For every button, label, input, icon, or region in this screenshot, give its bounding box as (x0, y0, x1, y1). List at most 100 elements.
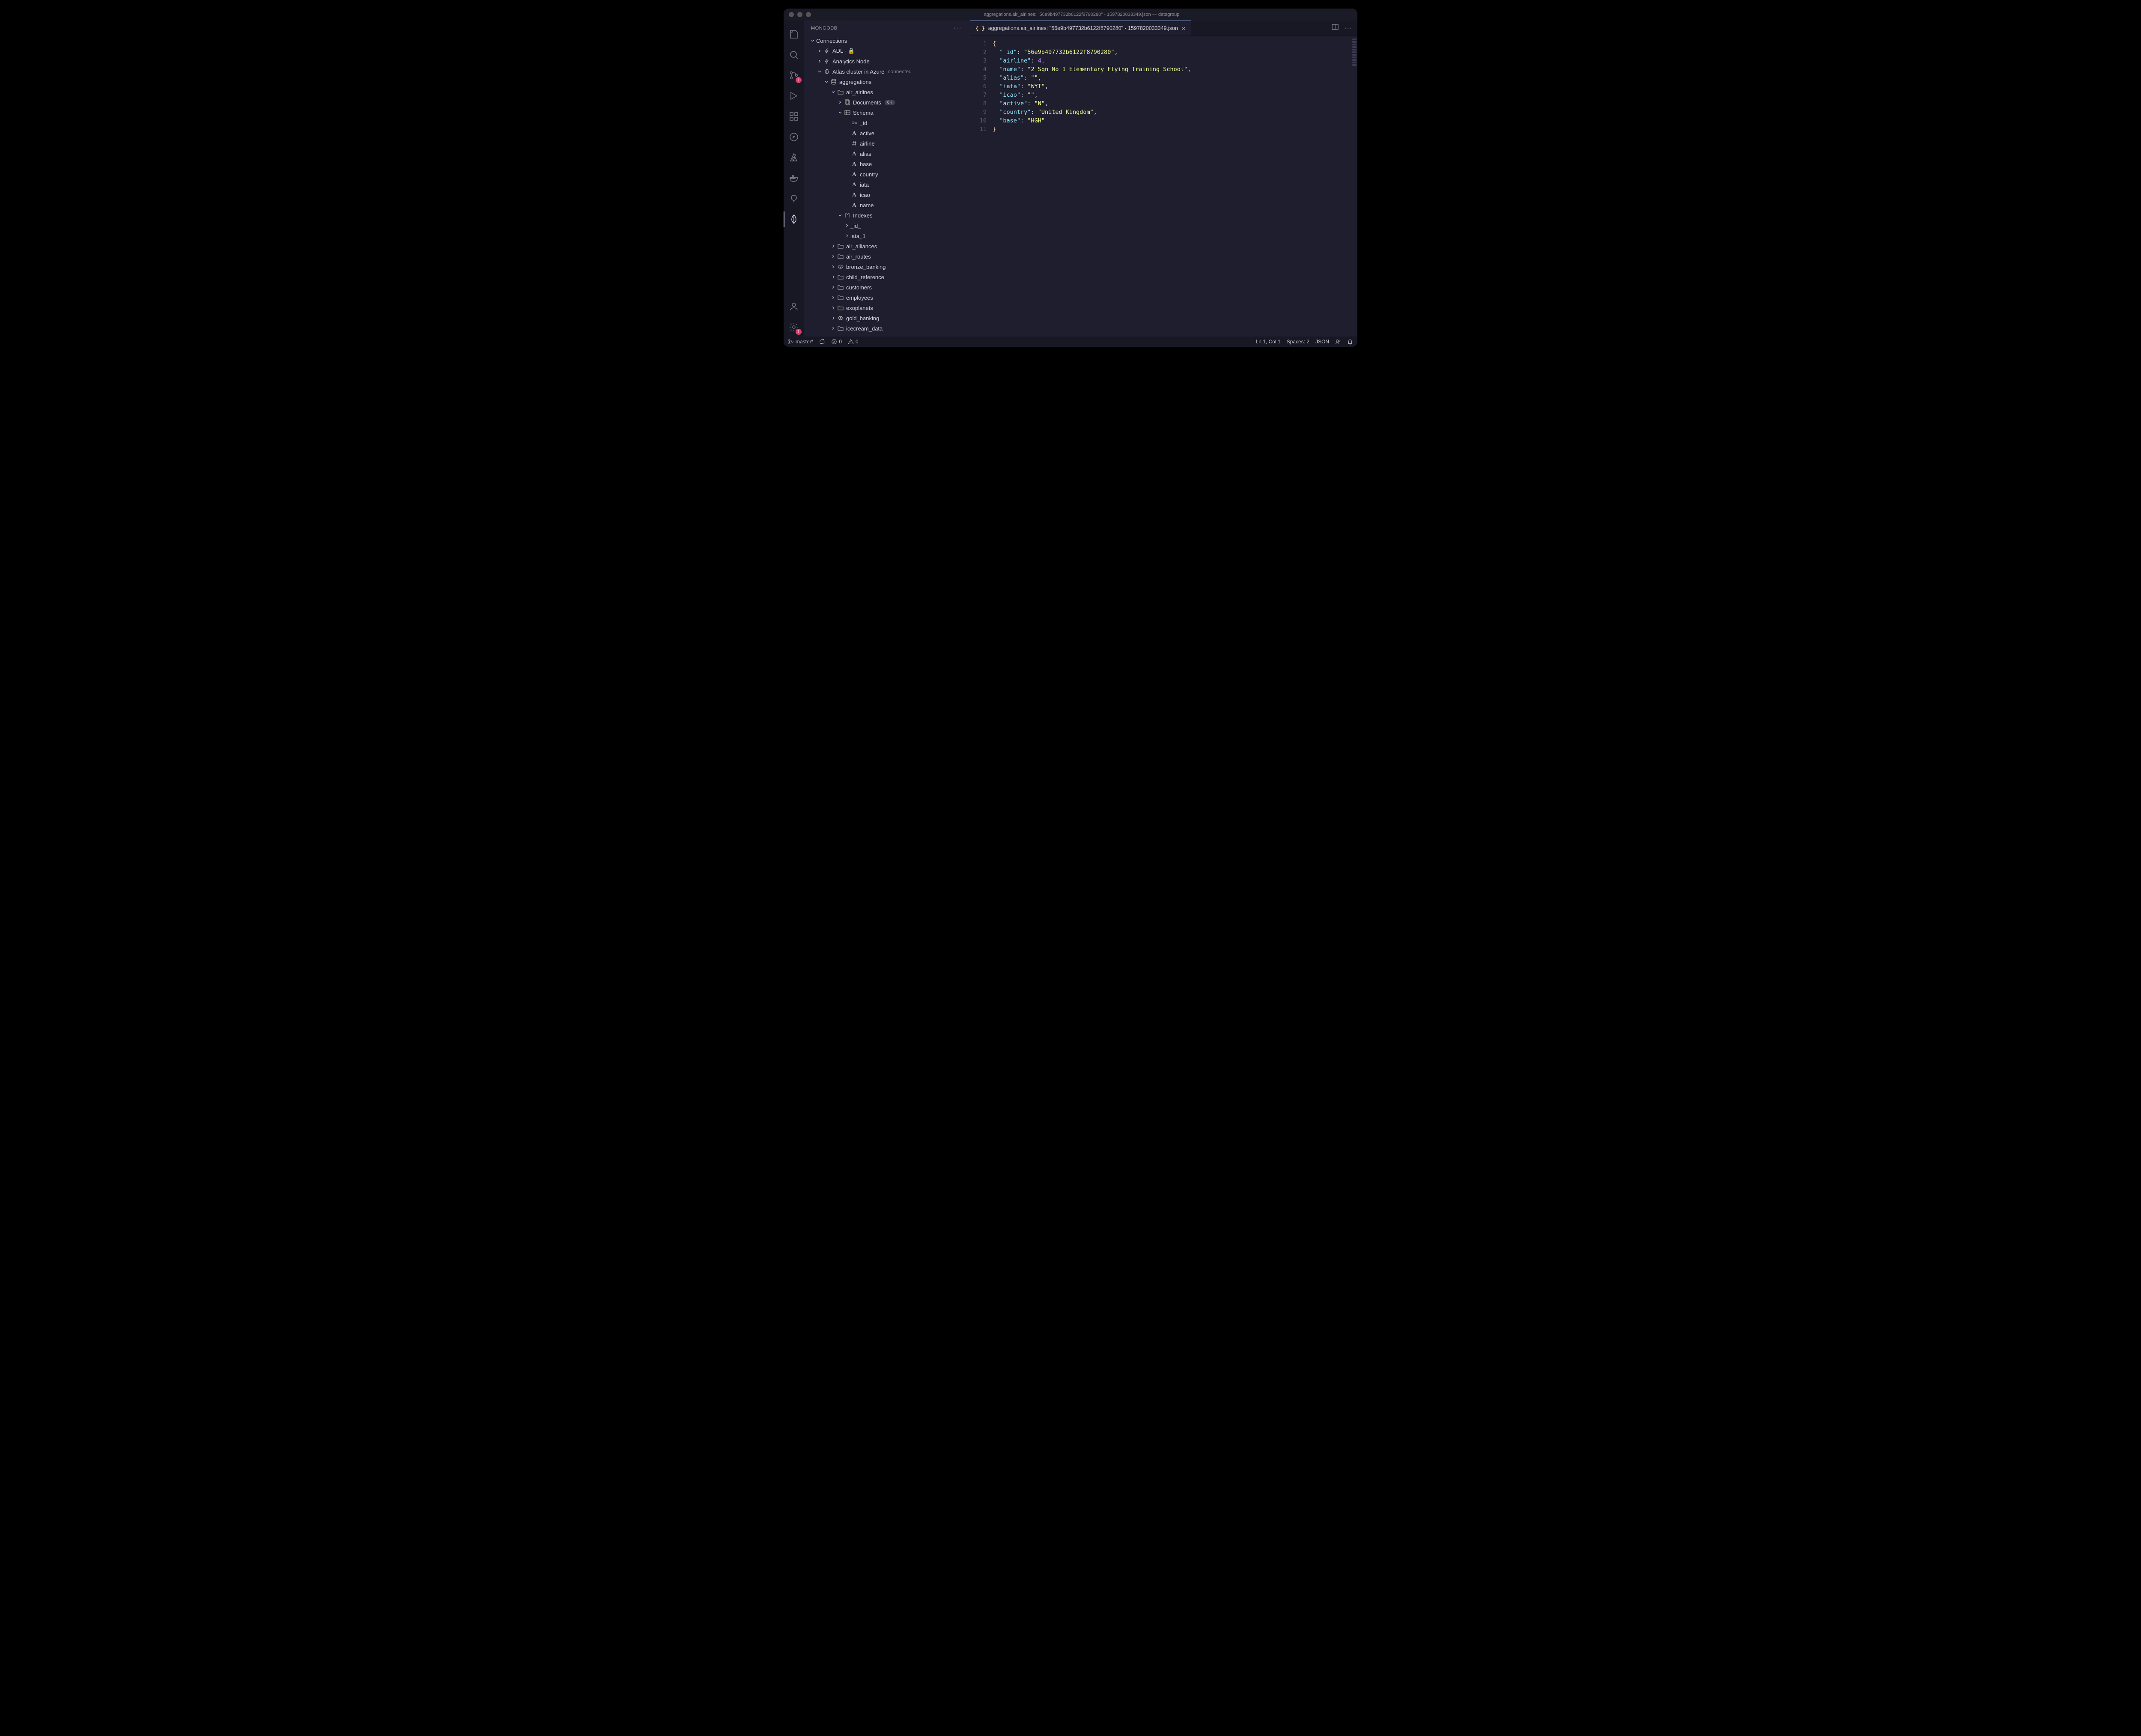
collection-icecream_data[interactable]: icecream_data (804, 323, 970, 334)
row-label: exoplanets (846, 305, 873, 311)
chevron-right-icon (830, 305, 837, 310)
hash-icon (850, 140, 858, 146)
row-label: _id (860, 120, 867, 126)
bolt-icon (823, 58, 831, 64)
folder-icon (837, 295, 844, 301)
chevron-right-icon (830, 295, 837, 300)
editor-group: { } aggregations.air_airlines: "56e9b497… (970, 21, 1357, 336)
folder-icon (837, 305, 844, 311)
settings-icon[interactable]: 1 (784, 318, 804, 336)
sidebar-title: MONGODB (811, 26, 838, 31)
bell-icon[interactable] (1347, 339, 1353, 345)
row-label: iata_1 (850, 233, 865, 239)
row-label: country (860, 171, 878, 178)
extensions-icon[interactable] (784, 107, 804, 126)
editor-tab[interactable]: { } aggregations.air_airlines: "56e9b497… (970, 21, 1191, 36)
schema-field-_id[interactable]: _id (804, 118, 970, 128)
max-dot[interactable] (806, 12, 811, 17)
sync-icon[interactable] (819, 339, 825, 345)
activity-bar: 1 1 (784, 21, 804, 336)
language-indicator[interactable]: JSON (1315, 339, 1329, 345)
split-editor-icon[interactable] (1332, 24, 1339, 33)
connections-section[interactable]: Connections (804, 36, 970, 46)
connection-1[interactable]: Analytics Node (804, 56, 970, 66)
chevron-right-icon (816, 48, 823, 54)
titlebar: aggregations.air_airlines: "56e9b497732b… (784, 9, 1357, 21)
row-label: gold_banking (846, 315, 879, 322)
row-label: alias (860, 151, 871, 157)
indexes-row[interactable]: Indexes (804, 210, 970, 220)
chevron-down-icon (816, 69, 823, 74)
chevron-right-icon (830, 244, 837, 249)
tab-close-icon[interactable]: ✕ (1181, 25, 1186, 32)
compass-icon[interactable] (784, 128, 804, 146)
folder-icon (837, 325, 844, 331)
row-label: customers (846, 284, 872, 291)
feedback-icon[interactable] (1335, 339, 1341, 345)
collection-customers[interactable]: customers (804, 282, 970, 292)
docker-icon[interactable] (784, 169, 804, 188)
str-icon: A (850, 150, 858, 157)
errors-indicator[interactable]: 0 (831, 339, 842, 345)
traffic-lights[interactable] (789, 12, 811, 17)
index-iata_1[interactable]: iata_1 (804, 231, 970, 241)
sidebar-more-icon[interactable]: ··· (954, 24, 963, 32)
row-label: icecream_data (846, 325, 883, 332)
code-editor[interactable]: 1234567891011 { "_id": "56e9b497732b6122… (970, 36, 1357, 336)
bolt-icon (823, 48, 831, 54)
collection-gold_banking[interactable]: gold_banking (804, 313, 970, 323)
schema-field-iata[interactable]: Aiata (804, 179, 970, 190)
min-dot[interactable] (797, 12, 802, 17)
chevron-down-icon (809, 38, 816, 43)
collection-air_alliances[interactable]: air_alliances (804, 241, 970, 251)
search-icon[interactable] (784, 45, 804, 64)
folder-icon (837, 274, 844, 280)
json-file-icon: { } (975, 25, 985, 31)
schema-field-country[interactable]: Acountry (804, 169, 970, 179)
schema-row[interactable]: Schema (804, 107, 970, 118)
explorer-icon[interactable] (784, 25, 804, 44)
connections-tree[interactable]: ConnectionsADL - 🔒Analytics NodeAtlas cl… (804, 36, 970, 336)
collection-child_reference[interactable]: child_reference (804, 272, 970, 282)
folder-icon (837, 253, 844, 259)
account-icon[interactable] (784, 297, 804, 316)
index-_id_[interactable]: _id_ (804, 220, 970, 231)
sidebar-header: MONGODB ··· (804, 21, 970, 36)
database-row[interactable]: aggregations (804, 77, 970, 87)
branch-indicator[interactable]: master* (788, 339, 813, 345)
close-dot[interactable] (789, 12, 794, 17)
schema-field-name[interactable]: Aname (804, 200, 970, 210)
row-label: active (860, 130, 874, 137)
line-gutter: 1234567891011 (970, 36, 993, 336)
collection-employees[interactable]: employees (804, 292, 970, 303)
table-icon (844, 110, 851, 116)
collection-row[interactable]: air_airlines (804, 87, 970, 97)
collection-air_routes[interactable]: air_routes (804, 251, 970, 262)
schema-field-active[interactable]: Aactive (804, 128, 970, 138)
cluster-row[interactable]: Atlas cluster in Azureconnected (804, 66, 970, 77)
warnings-indicator[interactable]: 0 (848, 339, 859, 345)
documents-row[interactable]: Documents6K (804, 97, 970, 107)
connection-0[interactable]: ADL - 🔒 (804, 46, 970, 56)
sidebar: MONGODB ··· ConnectionsADL - 🔒Analytics … (804, 21, 970, 336)
scm-icon[interactable]: 1 (784, 66, 804, 85)
mongodb-icon[interactable] (784, 210, 804, 229)
indent-indicator[interactable]: Spaces: 2 (1287, 339, 1309, 345)
collection-exoplanets[interactable]: exoplanets (804, 303, 970, 313)
chevron-right-icon (816, 59, 823, 64)
debug-icon[interactable] (784, 86, 804, 105)
minimap[interactable] (1352, 38, 1357, 67)
str-icon: A (850, 161, 858, 167)
schema-field-base[interactable]: Abase (804, 159, 970, 169)
azure-icon[interactable] (784, 148, 804, 167)
schema-field-icao[interactable]: Aicao (804, 190, 970, 200)
row-label: air_alliances (846, 243, 877, 250)
cursor-position[interactable]: Ln 1, Col 1 (1256, 339, 1281, 345)
schema-field-airline[interactable]: airline (804, 138, 970, 149)
row-label: child_reference (846, 274, 884, 280)
schema-field-alias[interactable]: Aalias (804, 149, 970, 159)
editor-more-icon[interactable]: ··· (1345, 24, 1351, 32)
collection-bronze_banking[interactable]: bronze_banking (804, 262, 970, 272)
tree-icon[interactable] (784, 189, 804, 208)
row-label: bronze_banking (846, 264, 886, 270)
